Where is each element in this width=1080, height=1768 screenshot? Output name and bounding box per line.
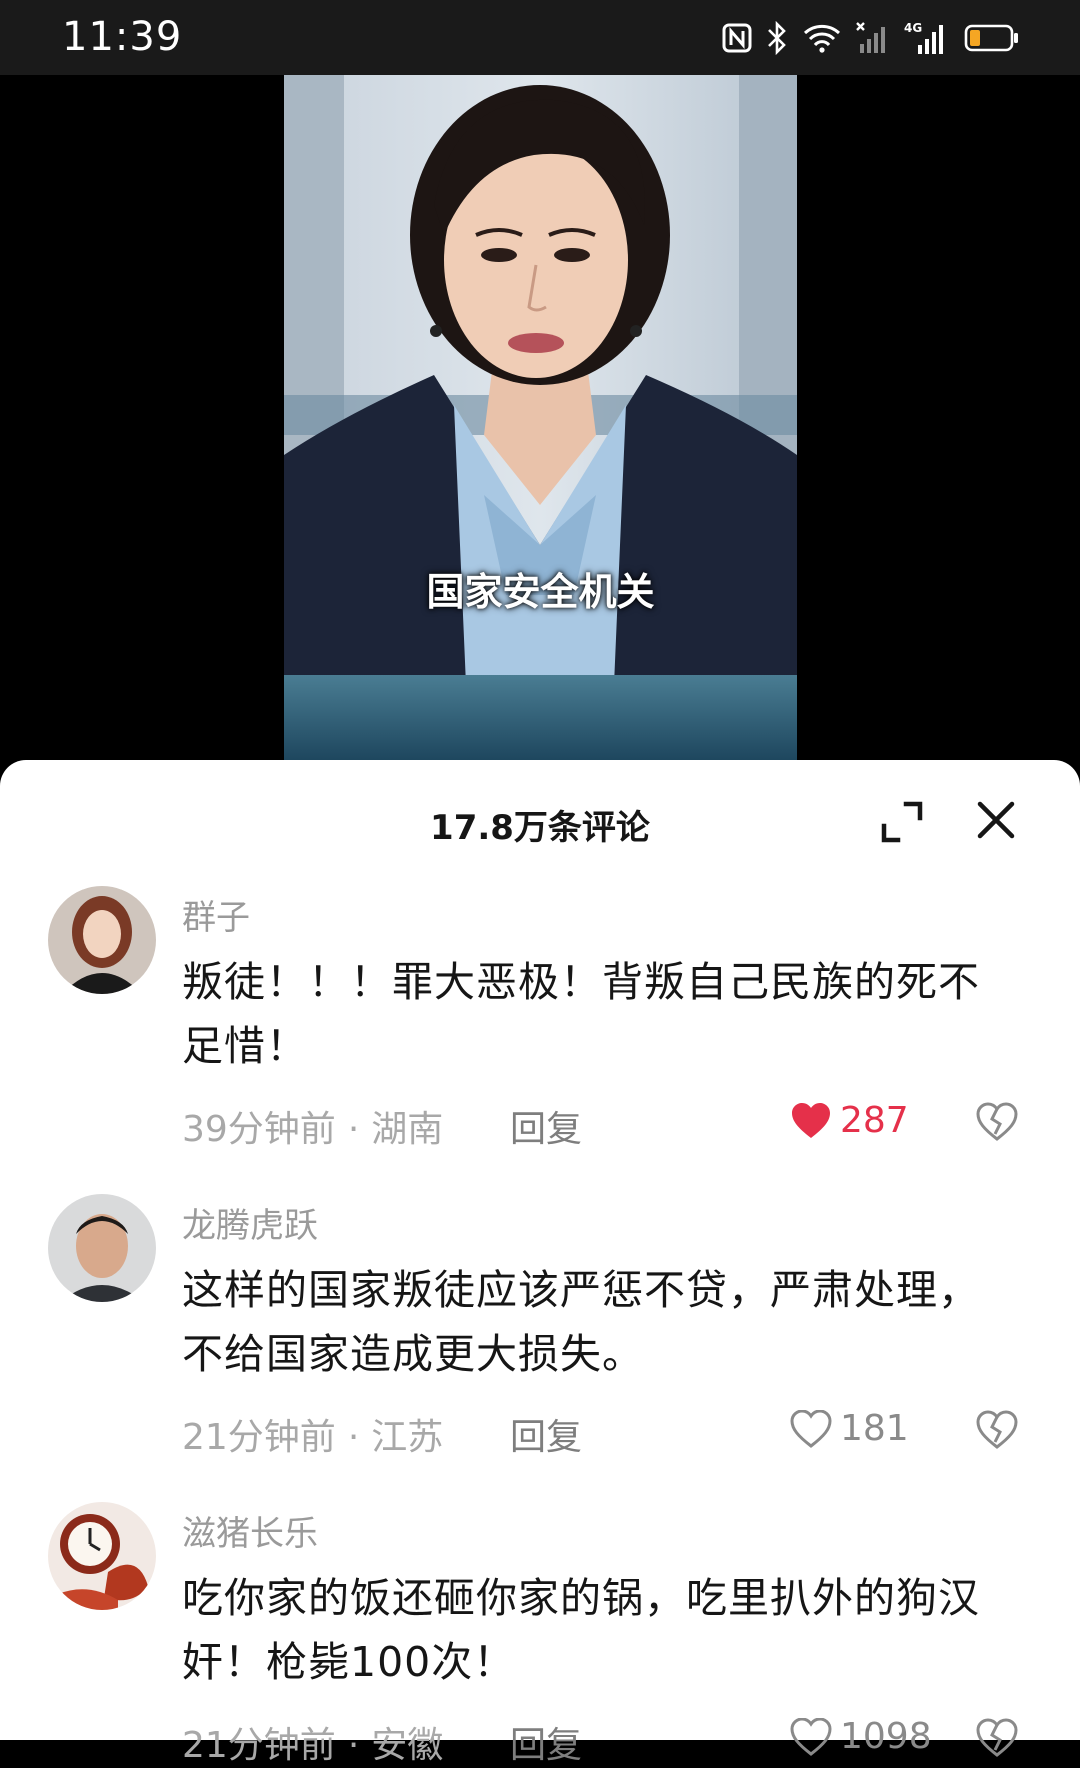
comment-location: 安徽 [371, 1725, 444, 1766]
comment-meta: 21分钟前 · 安徽 [182, 1716, 443, 1768]
dislike-button[interactable] [976, 1102, 1018, 1146]
heart-filled-icon [792, 1102, 830, 1138]
nfc-icon [722, 23, 752, 53]
status-time: 11:39 [62, 14, 183, 60]
like-button[interactable]: 287 [790, 1100, 909, 1141]
video-player[interactable]: 国家安全机关 [0, 75, 1080, 775]
avatar[interactable] [48, 1194, 156, 1302]
comment-author[interactable]: 龙腾虎跃 [182, 1198, 318, 1247]
avatar-image [48, 1194, 156, 1302]
avatar-image [48, 1502, 156, 1610]
expand-icon [881, 801, 923, 843]
broken-heart-icon [976, 1410, 1018, 1449]
like-count: 287 [840, 1100, 909, 1141]
like-count: 181 [840, 1408, 909, 1449]
video-frame[interactable]: 国家安全机关 [284, 75, 797, 775]
bluetooth-icon [768, 21, 786, 55]
comment-text: 叛徒！！！罪大恶极！背叛自己民族的死不足惜！ [182, 958, 980, 1070]
comment-meta: 39分钟前 · 湖南 [182, 1100, 443, 1152]
meta-separator: · [347, 1109, 360, 1150]
comment-location: 湖南 [371, 1109, 444, 1150]
reply-button[interactable]: 回复 [510, 1716, 582, 1768]
close-button[interactable] [970, 794, 1022, 846]
comments-panel: 17.8万条评论 群子 叛徒！！！罪大恶极！背叛自己民族的死不足惜！ 39分钟前… [0, 760, 1080, 1766]
expand-button[interactable] [876, 796, 928, 848]
reply-button[interactable]: 回复 [510, 1408, 582, 1460]
meta-separator: · [347, 1725, 360, 1766]
comment-text: 吃你家的饭还砸你家的锅，吃里扒外的狗汉奸！枪毙100次！ [182, 1574, 980, 1686]
battery-low-icon [964, 24, 1018, 52]
avatar[interactable] [48, 886, 156, 994]
status-icons: 4G [722, 18, 1020, 58]
heart-outline-icon [790, 1409, 832, 1448]
news-anchor-image [284, 75, 797, 775]
video-caption: 国家安全机关 [426, 570, 655, 614]
comment-time: 39分钟前 [182, 1109, 336, 1150]
comment-author[interactable]: 滋猪长乐 [182, 1506, 318, 1555]
like-button[interactable]: 1098 [790, 1716, 932, 1757]
broken-heart-icon [976, 1718, 1018, 1757]
status-bar: 11:39 4G [0, 0, 1080, 75]
avatar[interactable] [48, 1502, 156, 1610]
avatar-image [48, 886, 156, 994]
like-button[interactable]: 181 [790, 1408, 909, 1449]
broken-heart-icon [976, 1102, 1018, 1141]
heart-outline-icon [790, 1717, 832, 1756]
comment-meta: 21分钟前 · 江苏 [182, 1408, 443, 1460]
comment-location: 江苏 [371, 1417, 444, 1458]
close-icon [977, 801, 1015, 839]
reply-button[interactable]: 回复 [510, 1100, 582, 1152]
comment-author[interactable]: 群子 [182, 890, 250, 939]
svg-text:4G: 4G [904, 21, 922, 35]
signal-x-icon [856, 22, 885, 53]
wifi-icon [803, 24, 841, 53]
signal-4g-icon: 4G [904, 21, 943, 54]
like-count: 1098 [840, 1716, 932, 1757]
meta-separator: · [347, 1417, 360, 1458]
comment-text: 这样的国家叛徒应该严惩不贷，严肃处理，不给国家造成更大损失。 [182, 1266, 980, 1378]
dislike-button[interactable] [976, 1410, 1018, 1454]
comment-time: 21分钟前 [182, 1417, 336, 1458]
comment-time: 21分钟前 [182, 1725, 336, 1766]
